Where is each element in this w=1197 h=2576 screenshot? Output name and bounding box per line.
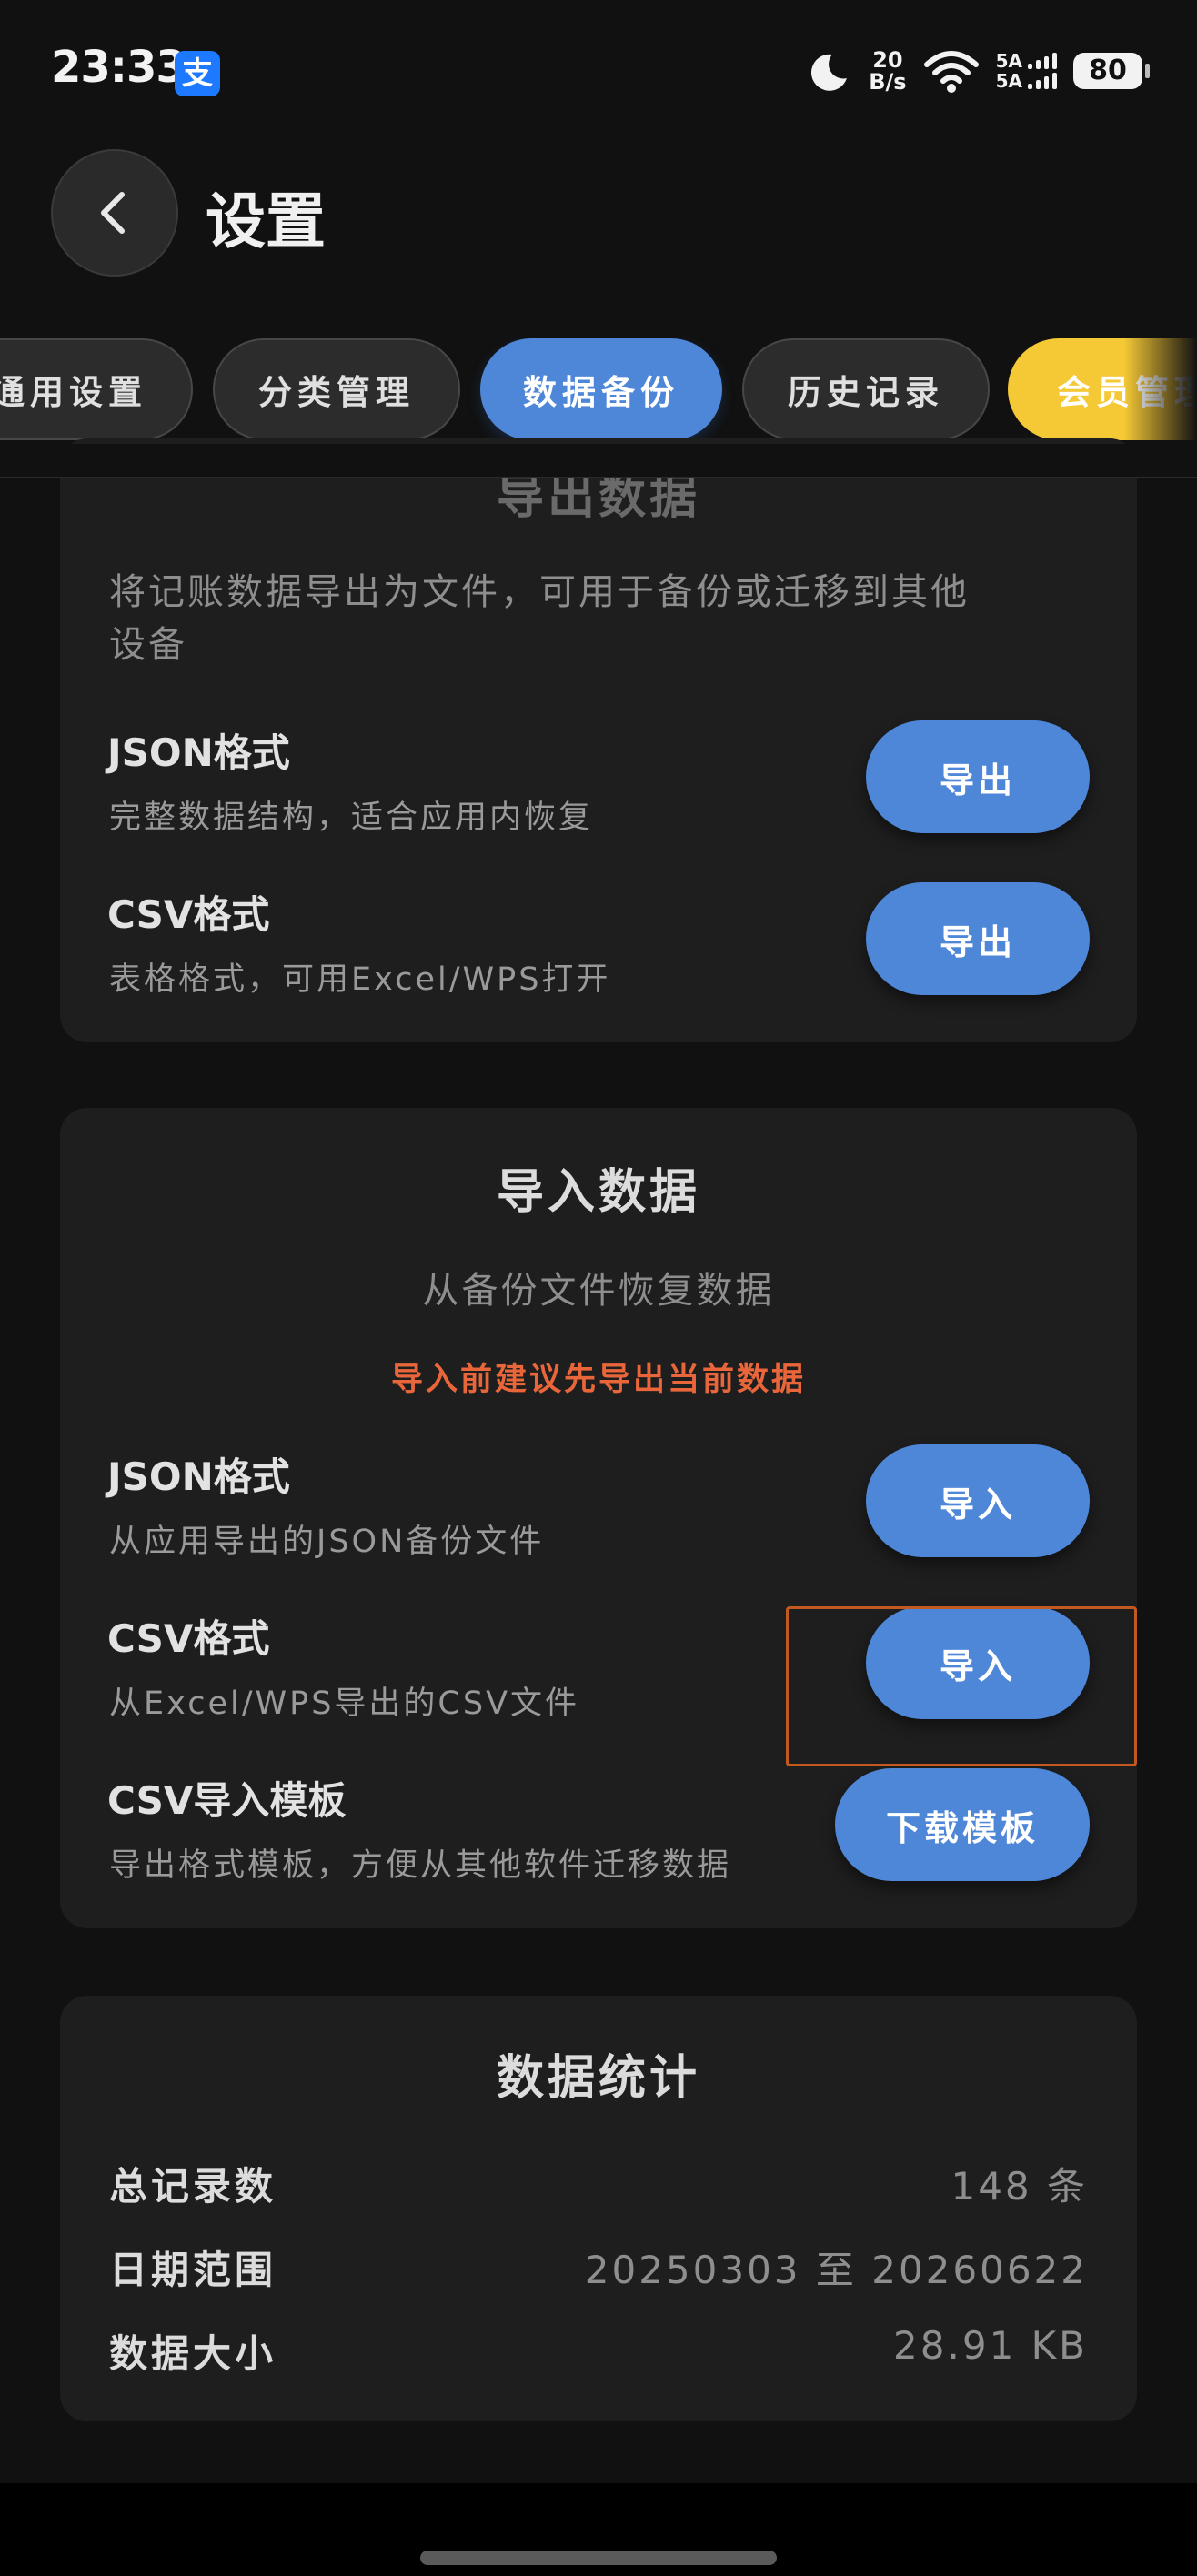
export-csv-sub: 表格格式，可用Excel/WPS打开	[109, 961, 611, 998]
network-speed-unit: B/s	[869, 69, 907, 95]
chevron-left-icon	[101, 192, 125, 234]
battery-icon: 80	[1073, 53, 1150, 89]
page-title: 设置	[206, 186, 326, 257]
tab-category[interactable]: 分类管理	[213, 338, 460, 440]
status-bar: 23:33 支 z 20 B/s 5A 5A 80	[0, 0, 1197, 136]
app-header: 设置	[0, 136, 1197, 291]
svg-text:z: z	[832, 54, 839, 66]
highlight-box	[786, 1606, 1137, 1766]
alipay-notification-icon: 支	[175, 51, 220, 96]
network-speed-value: 20	[872, 47, 903, 73]
export-desc-line1: 将记账数据导出为文件，可用于备份或迁移到其他	[109, 571, 970, 613]
sim1-label: 5A	[995, 50, 1022, 72]
settings-tabs: 通用设置 分类管理 数据备份 历史记录 会员管理	[0, 338, 1197, 444]
cellular-signal: 5A 5A	[996, 51, 1057, 91]
export-json-sub: 完整数据结构，适合应用内恢复	[109, 800, 594, 836]
import-card: 导入数据 从备份文件恢复数据 导入前建议先导出当前数据 JSON格式 从应用导出…	[60, 1108, 1137, 1928]
import-csv-title: CSV格式	[107, 1616, 270, 1661]
tabs-scroll-fade	[1124, 338, 1197, 444]
download-template-button[interactable]: 下载模板	[835, 1768, 1090, 1881]
sim2-label: 5A	[995, 70, 1022, 92]
divider	[0, 477, 1197, 478]
tab-general[interactable]: 通用设置	[0, 338, 193, 440]
stat-value-size: 28.91 KB	[893, 2323, 1088, 2368]
signal-bars-icon	[1028, 53, 1057, 69]
export-csv-button[interactable]: 导出	[866, 882, 1090, 995]
stat-label-size: 数据大小	[109, 2331, 277, 2376]
do-not-disturb-icon: z	[811, 54, 848, 91]
export-desc-line2: 设备	[109, 624, 187, 666]
status-indicators: z 20 B/s 5A 5A 80	[805, 44, 1150, 98]
csv-template-title: CSV导入模板	[107, 1778, 347, 1823]
import-warning: 导入前建议先导出当前数据	[390, 1362, 806, 1398]
import-card-title: 导入数据	[496, 1165, 700, 1220]
stats-card-title: 数据统计	[496, 2051, 700, 2106]
export-csv-title: CSV格式	[107, 892, 270, 937]
back-button[interactable]	[51, 149, 178, 277]
stat-value-total: 148 条	[951, 2164, 1088, 2209]
import-json-sub: 从应用导出的JSON备份文件	[109, 1524, 545, 1560]
stat-value-range: 20250303 至 20260622	[584, 2248, 1088, 2292]
stat-label-total: 总记录数	[109, 2164, 277, 2209]
export-json-title: JSON格式	[107, 730, 290, 775]
scroll-mask	[0, 444, 1197, 478]
import-card-desc: 从备份文件恢复数据	[422, 1270, 775, 1312]
tab-history[interactable]: 历史记录	[742, 338, 990, 440]
home-indicator[interactable]	[420, 2551, 777, 2565]
network-speed: 20 B/s	[869, 49, 906, 93]
csv-template-sub: 导出格式模板，方便从其他软件迁移数据	[109, 1847, 732, 1884]
stat-label-range: 日期范围	[109, 2248, 277, 2292]
stats-card: 数据统计 总记录数 148 条 日期范围 20250303 至 20260622…	[60, 1996, 1137, 2421]
wifi-icon	[923, 51, 979, 93]
export-card-desc: 将记账数据导出为文件，可用于备份或迁移到其他 设备	[109, 566, 1119, 671]
signal-bars-icon	[1028, 73, 1057, 89]
import-json-button[interactable]: 导入	[866, 1444, 1090, 1557]
export-json-button[interactable]: 导出	[866, 720, 1090, 833]
tab-backup[interactable]: 数据备份	[480, 338, 722, 440]
import-json-title: JSON格式	[107, 1454, 290, 1499]
import-csv-sub: 从Excel/WPS导出的CSV文件	[109, 1685, 580, 1722]
status-time: 23:33	[51, 42, 186, 93]
